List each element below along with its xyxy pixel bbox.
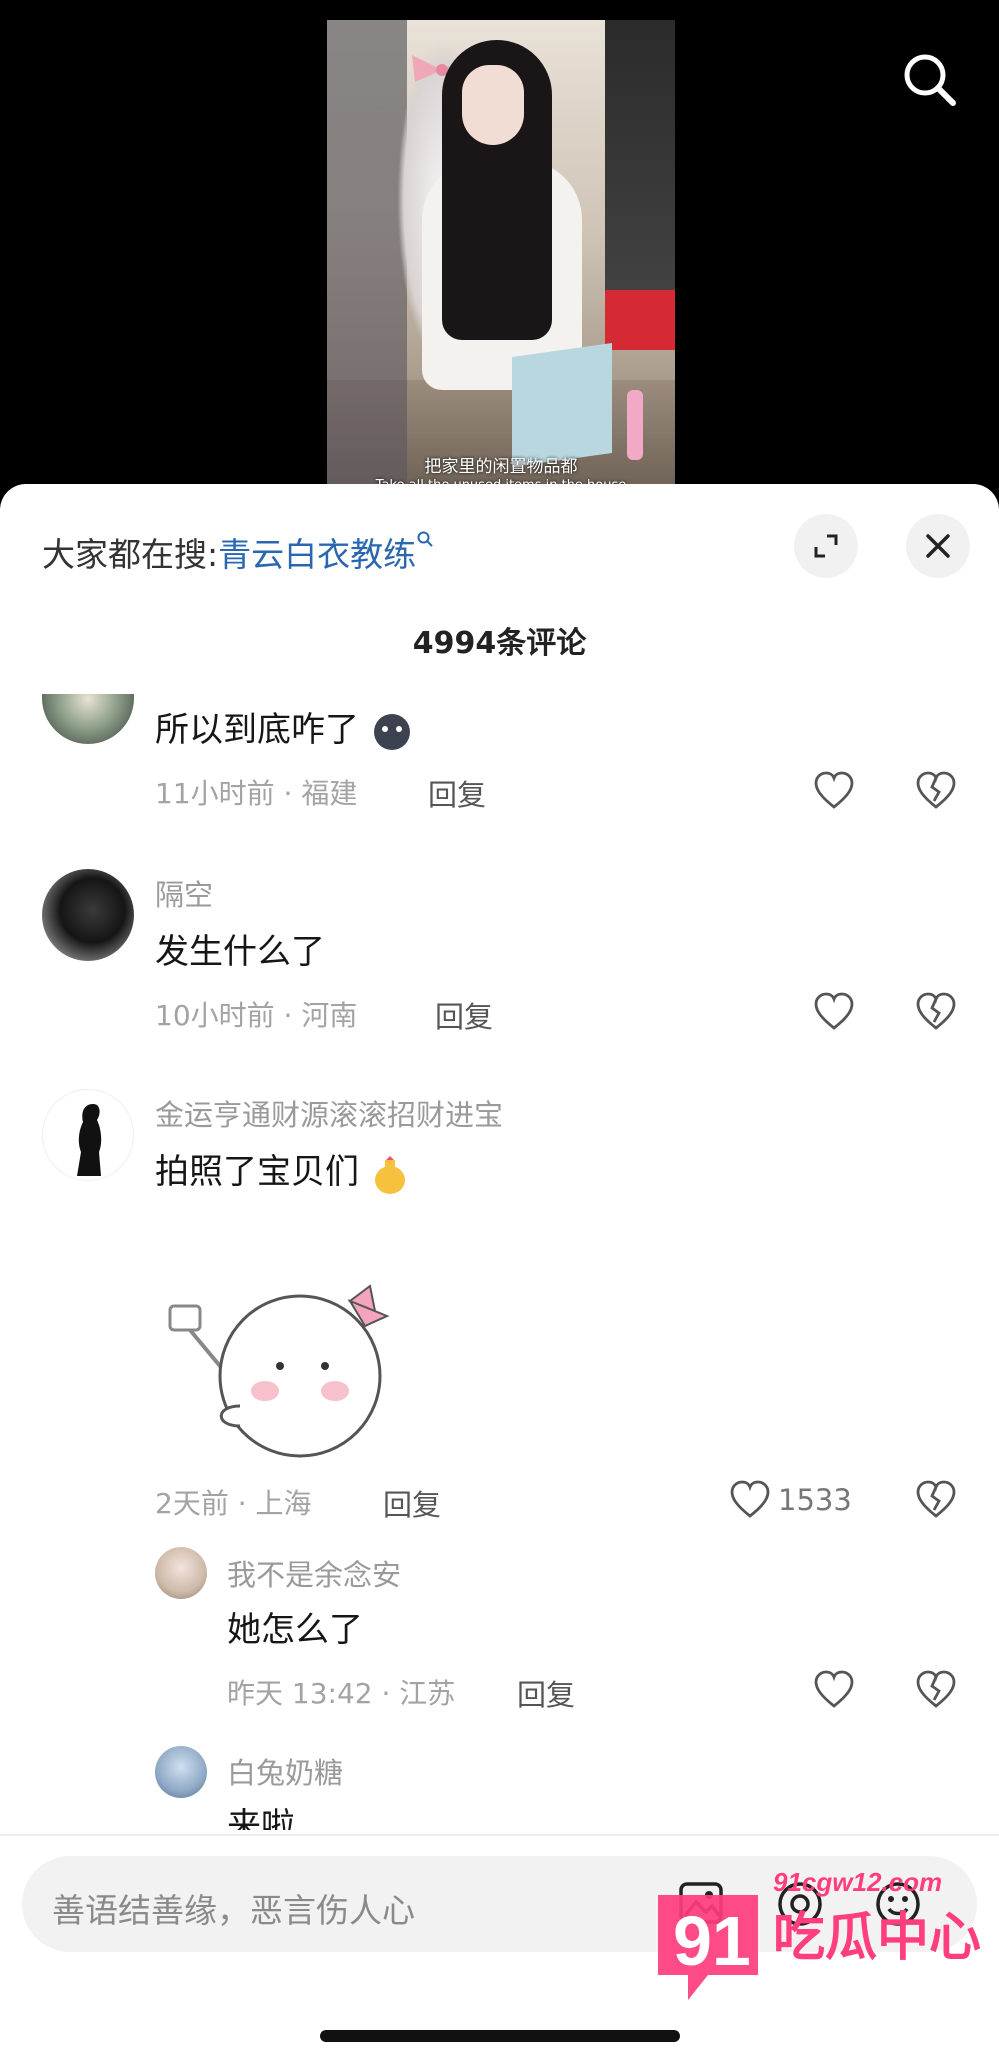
video-subtitle: 把家里的闲置物品都 (424, 457, 578, 477)
money-bag-emoji-icon (374, 1155, 405, 1194)
dislike-broken-heart-icon[interactable] (914, 1668, 958, 1712)
comment-text: 发生什么了 (155, 932, 325, 972)
screen: 把家里的闲置物品都 Take all the unused items in t… (0, 0, 999, 2064)
like-heart-icon[interactable] (812, 990, 856, 1034)
comment-text: 所以到底咋了 (155, 702, 414, 752)
comment-sheet-header: 大家都在搜:青云白衣教练 (0, 484, 999, 594)
like-count: 1533 (778, 1483, 852, 1517)
avatar[interactable] (42, 1089, 134, 1181)
watermark-number: 91 (673, 1902, 751, 1980)
comment-sheet: 大家都在搜:青云白衣教练 4994条评论 所以到底咋了 11小时前 · 福建 回… (0, 484, 999, 2064)
dislike-broken-heart-icon[interactable] (914, 1478, 958, 1522)
avatar[interactable] (42, 694, 134, 744)
avatar[interactable] (155, 1547, 207, 1599)
avatar[interactable] (155, 1746, 207, 1798)
reply-text: 她怎么了 (227, 1610, 363, 1650)
comment-author[interactable]: 隔空 (155, 872, 213, 914)
video-player[interactable]: 把家里的闲置物品都 Take all the unused items in t… (0, 0, 999, 500)
comment-text: 拍照了宝贝们 (155, 1144, 410, 1196)
comment-time-location: 10小时前 · 河南 (155, 999, 358, 1032)
reply-author[interactable]: 白兔奶糖 (227, 1750, 343, 1792)
video-thumbnail[interactable]: 把家里的闲置物品都 Take all the unused items in t… (327, 20, 675, 490)
reply-button[interactable]: 回复 (428, 772, 486, 814)
small-search-icon (417, 531, 433, 547)
emoji-icon (373, 713, 410, 750)
reply-button[interactable]: 回复 (435, 994, 493, 1036)
reply-time-location: 昨天 13:42 · 江苏 (227, 1677, 456, 1710)
input-divider (0, 1834, 999, 1836)
hot-search-bar: 大家都在搜:青云白衣教练 (42, 528, 434, 576)
expand-button[interactable] (794, 514, 858, 578)
like-button[interactable]: 1533 (728, 1478, 852, 1522)
close-icon (926, 534, 950, 558)
like-heart-icon (730, 1480, 770, 1518)
watermark-text: 吃瓜中心 (773, 1908, 981, 1968)
comment-sticker-image[interactable] (155, 1226, 405, 1466)
home-indicator[interactable] (320, 2030, 680, 2042)
dislike-broken-heart-icon[interactable] (914, 990, 958, 1034)
expand-icon (814, 534, 838, 558)
comment-count: 4994条评论 (412, 626, 587, 661)
site-watermark-logo: 91 吃瓜中心 91cgw12.com (648, 1855, 988, 2005)
reply-button[interactable]: 回复 (383, 1482, 441, 1524)
close-button[interactable] (906, 514, 970, 578)
comment-author[interactable]: 金运亨通财源滚滚招财进宝 (155, 1092, 503, 1134)
search-icon[interactable] (895, 45, 965, 115)
comment-input-placeholder: 善语结善缘，恶言伤人心 (52, 1891, 415, 1930)
comment-time-location: 2天前 · 上海 (155, 1487, 312, 1520)
watermark-url: 91cgw12.com (773, 1867, 942, 1897)
hot-search-prefix: 大家都在搜: (42, 535, 219, 574)
comment-time-location: 11小时前 · 福建 (155, 777, 358, 810)
reply-button[interactable]: 回复 (517, 1672, 575, 1714)
reply-author[interactable]: 我不是余念安 (227, 1552, 401, 1594)
dislike-broken-heart-icon[interactable] (914, 769, 958, 813)
like-heart-icon[interactable] (812, 769, 856, 813)
like-heart-icon[interactable] (812, 1668, 856, 1712)
avatar[interactable] (42, 869, 134, 961)
hot-search-term[interactable]: 青云白衣教练 (218, 535, 416, 574)
